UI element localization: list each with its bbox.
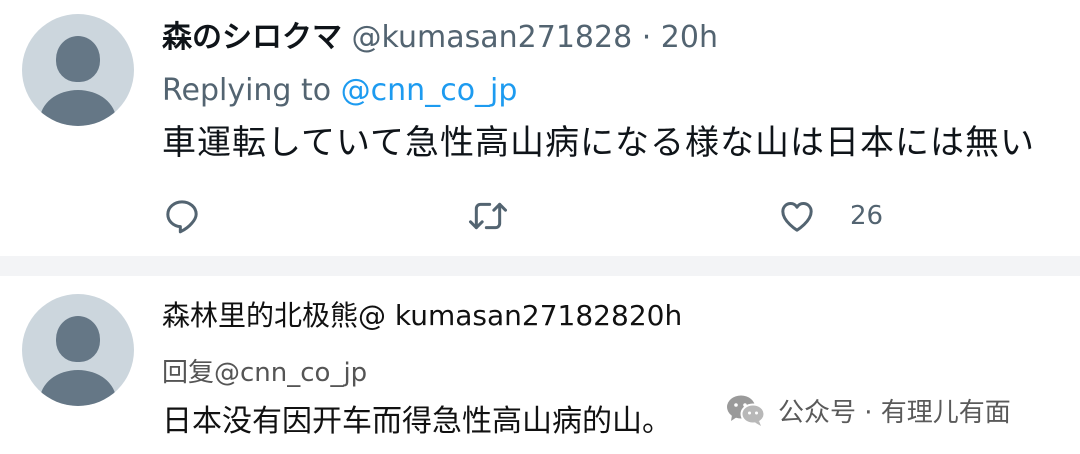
avatar-head-shape [56, 36, 100, 82]
watermark: 公众号 · 有理儿有面 [726, 390, 1011, 430]
tweet-header: 森のシロクマ @kumasan271828 · 20h [162, 18, 718, 58]
avatar-head-shape [56, 316, 100, 362]
mention-link[interactable]: @cnn_co_jp [341, 73, 518, 108]
like-count: 26 [850, 201, 884, 231]
translated-tweet-text: 日本没有因开车而得急性高山病的山。 [162, 404, 672, 439]
tweet-text: 車運転していて急性高山病になる様な山は日本には無い [162, 123, 1035, 163]
tweet-card-original: 森のシロクマ @kumasan271828 · 20h Replying to … [0, 0, 1080, 256]
replying-to-line: Replying to @cnn_co_jp [162, 72, 517, 110]
section-divider [0, 256, 1080, 276]
handle-and-time[interactable]: @kumasan271828 · 20h [352, 20, 718, 55]
translated-replying-line: 回复@cnn_co_jp [162, 358, 368, 388]
watermark-text: 公众号 · 有理儿有面 [778, 397, 1011, 428]
replying-to-label: Replying to [162, 73, 341, 108]
reply-icon [166, 200, 198, 234]
like-button[interactable]: 26 [776, 196, 883, 236]
retweet-icon [469, 202, 507, 230]
translated-header: 森林里的北极熊@ kumasan27182820h [162, 299, 683, 332]
wechat-icon [727, 395, 766, 426]
avatar[interactable] [22, 14, 134, 126]
tweet-card-translated: 森林里的北极熊@ kumasan27182820h 回复@cnn_co_jp 日… [0, 276, 1080, 454]
avatar-body-shape [40, 90, 116, 126]
retweet-button[interactable] [466, 196, 510, 236]
avatar [22, 294, 134, 406]
reply-button[interactable] [162, 196, 202, 236]
avatar-body-shape [40, 370, 116, 406]
heart-icon [781, 202, 813, 232]
display-name[interactable]: 森のシロクマ [162, 20, 342, 55]
